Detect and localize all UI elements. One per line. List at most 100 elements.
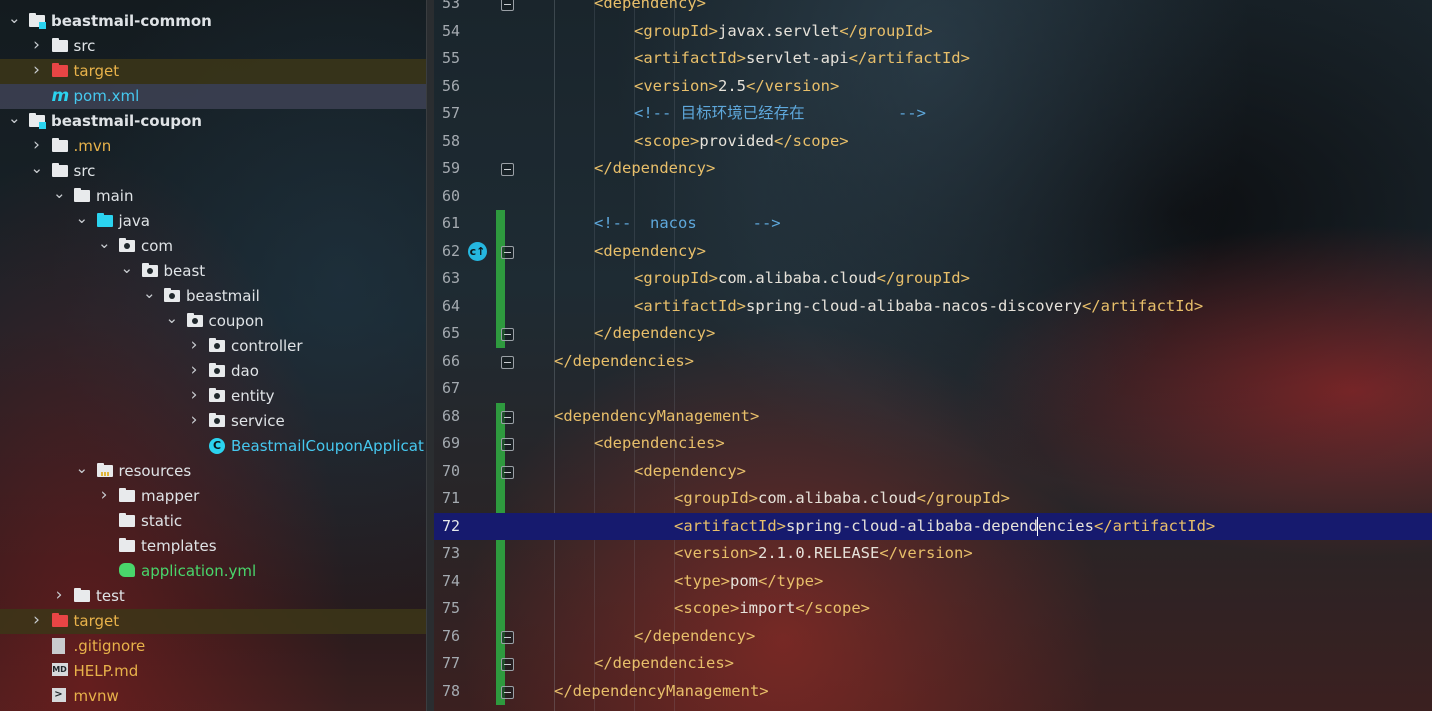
code-line[interactable]: <scope>provided</scope> (514, 128, 1432, 156)
fold-toggle-icon[interactable] (501, 0, 514, 11)
chevron-down-icon[interactable]: ⌄ (8, 9, 21, 34)
tree-item-label: beastmail-common (51, 12, 212, 30)
tree-row-application-yml[interactable]: application.yml (0, 559, 426, 584)
tree-row-java[interactable]: ⌄ java (0, 209, 426, 234)
chevron-down-icon[interactable]: ⌄ (53, 184, 66, 209)
code-line[interactable]: <artifactId>servlet-api</artifactId> (514, 45, 1432, 73)
code-line[interactable]: <type>pom</type> (514, 568, 1432, 596)
chevron-right-icon[interactable]: › (188, 359, 200, 384)
code-line[interactable]: <dependency> (514, 238, 1432, 266)
code-line[interactable]: </dependencyManagement> (514, 678, 1432, 706)
code-line[interactable]: <artifactId>spring-cloud-alibaba-nacos-d… (514, 293, 1432, 321)
code-editor[interactable]: <dependency> 53 <groupId>javax.servlet</gr… (434, 0, 1432, 711)
code-line[interactable]: <dependencies> (514, 430, 1432, 458)
fold-toggle-icon[interactable] (501, 438, 514, 451)
tree-item-label: static (141, 512, 183, 530)
tree-row-static[interactable]: static (0, 509, 426, 534)
xml-text: 2.1.0.RELEASE (758, 544, 880, 562)
code-line[interactable] (514, 183, 1432, 211)
code-line[interactable]: <version>2.1.0.RELEASE</version> (514, 540, 1432, 568)
tree-row-target[interactable]: › target (0, 609, 426, 634)
tree-row-controller[interactable]: › controller (0, 334, 426, 359)
tree-row-test[interactable]: › test (0, 584, 426, 609)
tree-row-beast[interactable]: ⌄ beast (0, 259, 426, 284)
package-icon (209, 388, 225, 403)
fold-toggle-icon[interactable] (501, 465, 514, 479)
chevron-down-icon[interactable]: ⌄ (166, 309, 179, 334)
fold-toggle-icon[interactable] (501, 658, 514, 671)
chevron-down-icon[interactable]: ⌄ (76, 459, 89, 484)
code-line[interactable]: <dependency> (514, 0, 1432, 18)
tree-row-src[interactable]: ⌄ src (0, 159, 426, 184)
chevron-right-icon[interactable]: › (98, 484, 110, 509)
code-line[interactable]: <dependency> (514, 458, 1432, 486)
tree-row-com[interactable]: ⌄ com (0, 234, 426, 259)
tree-row-templates[interactable]: templates (0, 534, 426, 559)
code-line[interactable]: </dependency> (514, 320, 1432, 348)
spring-boot-class-icon: C (209, 438, 225, 455)
code-line[interactable]: <!-- 目标环境已经存在 --> (514, 100, 1432, 128)
code-line[interactable]: <!-- nacos --> (514, 210, 1432, 238)
tree-row-help-md[interactable]: MD HELP.md (0, 659, 426, 684)
line-number: 69 (441, 434, 460, 452)
code-line[interactable]: <groupId>com.alibaba.cloud</groupId> (514, 265, 1432, 293)
tree-row--gitignore[interactable]: .gitignore (0, 634, 426, 659)
chevron-right-icon[interactable]: › (53, 584, 65, 609)
fold-toggle-icon[interactable] (501, 328, 514, 341)
chevron-right-icon[interactable]: › (188, 334, 200, 359)
code-line[interactable]: <scope>import</scope> (514, 595, 1432, 623)
code-line[interactable] (514, 375, 1432, 403)
xml-tag: </artifactId> (848, 49, 970, 67)
chevron-down-icon[interactable]: ⌄ (143, 284, 156, 309)
code-line[interactable]: <artifactId>spring-cloud-alibaba-depende… (434, 512, 1432, 540)
chevron-down-icon[interactable]: ⌄ (31, 159, 44, 184)
chevron-right-icon[interactable]: › (188, 384, 200, 409)
chevron-right-icon[interactable]: › (31, 34, 43, 59)
tree-row-beastmail[interactable]: ⌄ beastmail (0, 284, 426, 309)
code-line[interactable]: <dependencyManagement> (514, 403, 1432, 431)
code-line[interactable]: <version>2.5</version> (514, 73, 1432, 101)
fold-toggle-icon[interactable] (501, 355, 514, 369)
tree-item-label: resources (118, 462, 192, 480)
chevron-right-icon[interactable]: › (31, 609, 43, 634)
package-icon (164, 288, 180, 303)
vcs-change-marker[interactable] (496, 210, 505, 348)
tree-row-beastmail-common[interactable]: ⌄ beastmail-common (0, 9, 426, 34)
chevron-right-icon[interactable]: › (31, 134, 43, 159)
fold-toggle-icon[interactable] (501, 685, 514, 699)
fold-toggle-icon[interactable] (501, 245, 514, 259)
chevron-down-icon[interactable]: ⌄ (121, 259, 134, 284)
xml-comment: <!-- nacos --> (594, 214, 781, 232)
fold-toggle-icon[interactable] (501, 410, 514, 424)
fold-toggle-icon[interactable] (501, 630, 514, 644)
chevron-right-icon[interactable]: › (188, 409, 200, 434)
code-line[interactable]: </dependencies> (514, 348, 1432, 376)
code-line[interactable]: </dependencies> (514, 650, 1432, 678)
tree-row-beastmailcouponapplicat[interactable]: C BeastmailCouponApplicat (0, 434, 426, 459)
code-line[interactable]: </dependency> (514, 155, 1432, 183)
fold-toggle-icon[interactable] (501, 163, 514, 176)
code-line[interactable]: </dependency> (514, 623, 1432, 651)
xml-tag: </groupId> (839, 21, 933, 40)
chevron-down-icon[interactable]: ⌄ (98, 234, 111, 259)
tree-row-entity[interactable]: › entity (0, 384, 426, 409)
tree-row--mvn[interactable]: › .mvn (0, 134, 426, 159)
chevron-down-icon[interactable]: ⌄ (76, 209, 89, 234)
tree-row-mvnw[interactable]: > mvnw (0, 684, 426, 709)
tree-row-target[interactable]: › target (0, 59, 426, 84)
tree-row-main[interactable]: ⌄ main (0, 184, 426, 209)
tree-row-service[interactable]: › service (0, 409, 426, 434)
code-line[interactable]: <groupId>javax.servlet</groupId> (514, 18, 1432, 46)
tree-row-mapper[interactable]: › mapper (0, 484, 426, 509)
tree-row-src[interactable]: › src (0, 34, 426, 59)
code-line[interactable]: <groupId>com.alibaba.cloud</groupId> (514, 485, 1432, 513)
tree-row-resources[interactable]: ⌄ resources (0, 459, 426, 484)
tree-row-coupon[interactable]: ⌄ coupon (0, 309, 426, 334)
tree-row-dao[interactable]: › dao (0, 359, 426, 384)
chevron-down-icon[interactable]: ⌄ (8, 109, 21, 134)
tree-row-beastmail-coupon[interactable]: ⌄ beastmail-coupon (0, 109, 426, 134)
spring-navigate-icon[interactable]: c↑ (468, 241, 487, 261)
line-number: 67 (441, 379, 460, 397)
chevron-right-icon[interactable]: › (31, 59, 43, 84)
tree-row-pom-xml[interactable]: m pom.xml (0, 84, 426, 109)
